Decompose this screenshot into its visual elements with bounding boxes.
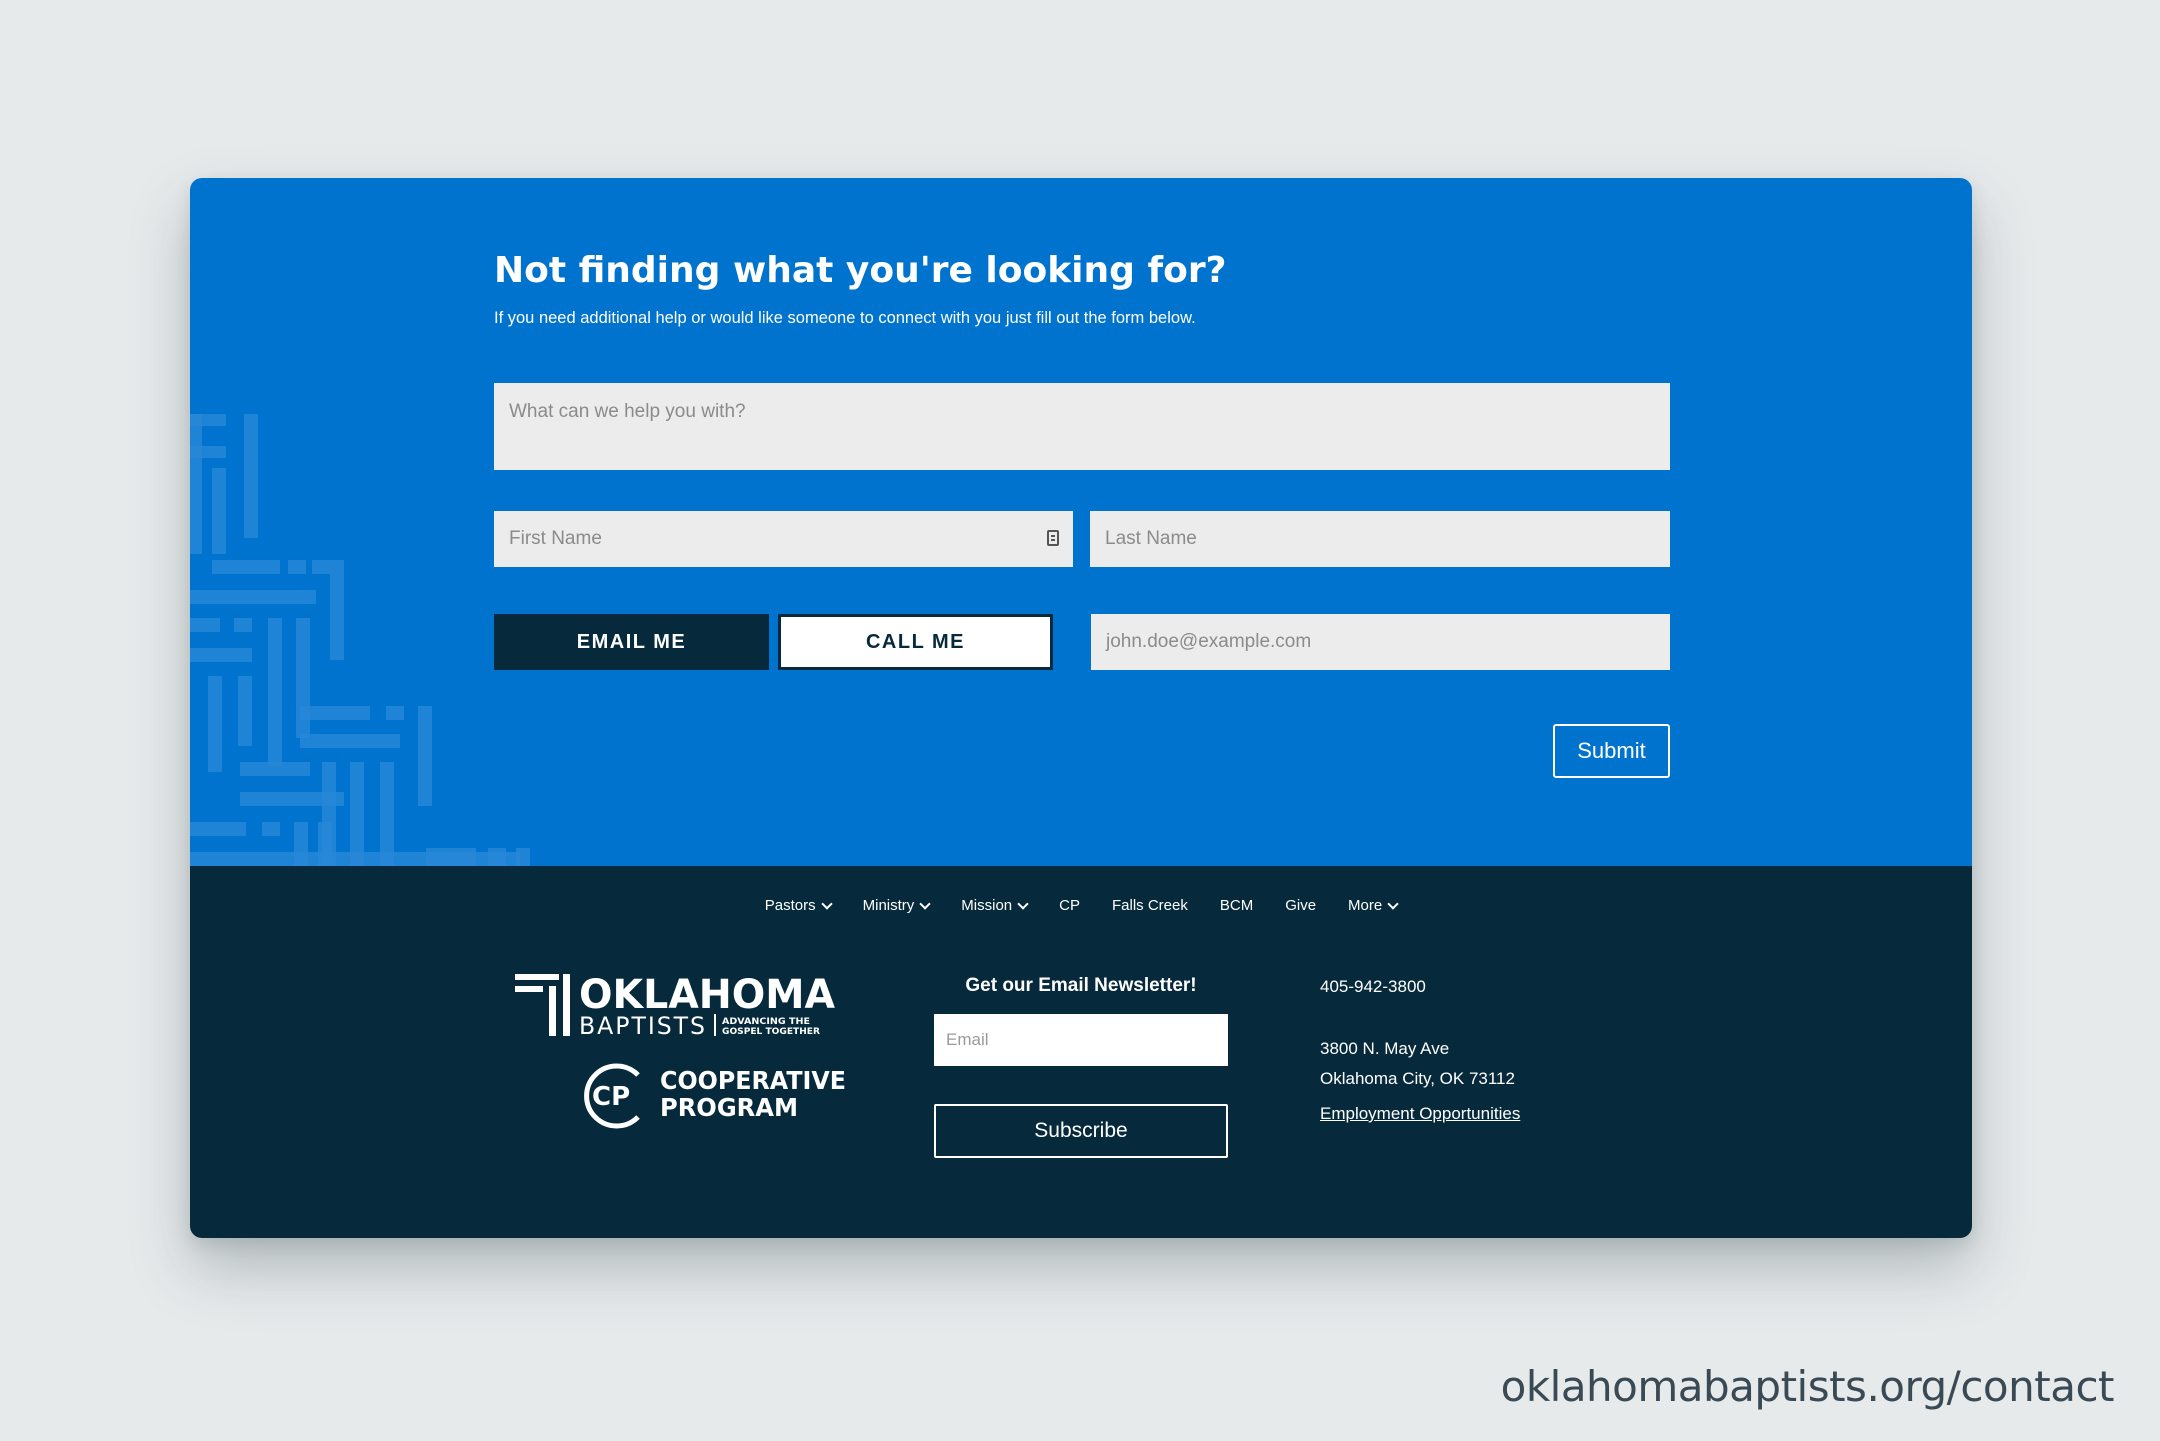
autofill-contact-icon[interactable] <box>1047 530 1059 546</box>
last-name-field[interactable]: Last Name <box>1090 511 1670 567</box>
subscribe-button[interactable]: Subscribe <box>934 1104 1228 1158</box>
logo-cp-line-2: PROGRAM <box>660 1093 798 1122</box>
chevron-down-icon <box>919 897 931 910</box>
phone-number[interactable]: 405-942-3800 <box>1320 972 1426 1002</box>
nav-label: BCM <box>1219 897 1254 914</box>
cooperative-program-logo[interactable]: CP COOPERATIVE PROGRAM <box>580 1061 850 1131</box>
nav-label: More <box>1348 897 1383 914</box>
email-me-button[interactable]: EMAIL ME <box>494 614 769 670</box>
nav-item-bcm[interactable]: BCM <box>1220 897 1253 914</box>
address-line-1: 3800 N. May Ave <box>1320 1039 1450 1058</box>
email-field[interactable]: john.doe@example.com <box>1091 614 1670 670</box>
nav-item-give[interactable]: Give <box>1285 897 1316 914</box>
first-name-field[interactable]: First Name <box>494 511 1073 567</box>
employment-link[interactable]: Employment Opportunities <box>1320 1099 1520 1129</box>
nav-item-falls-creek[interactable]: Falls Creek <box>1112 897 1188 914</box>
page-title: Not finding what you're looking for? <box>494 250 1227 291</box>
page-url-caption: oklahomabaptists.org/contact <box>1500 1362 2115 1411</box>
logo-cp-line-1: COOPERATIVE <box>660 1066 846 1095</box>
nav-item-ministry[interactable]: Ministry <box>862 897 931 914</box>
logo-cp-mark: CP <box>592 1082 630 1112</box>
first-name-placeholder: First Name <box>509 528 602 549</box>
contact-card: Not finding what you're looking for? If … <box>190 178 1972 1238</box>
chevron-down-icon <box>820 897 833 910</box>
chevron-down-icon <box>1017 897 1029 910</box>
help-placeholder: What can we help you with? <box>509 401 746 422</box>
nav-item-cp[interactable]: CP <box>1059 897 1080 914</box>
form-description: If you need additional help or would lik… <box>494 309 1196 327</box>
chevron-down-icon <box>1387 897 1399 910</box>
newsletter-title: Get our Email Newsletter! <box>965 975 1197 996</box>
site-footer: Pastors Ministry Mission CP Falls Creek … <box>190 866 1972 1238</box>
nav-item-pastors[interactable]: Pastors <box>764 897 833 914</box>
logo-tagline-1: ADVANCING THE <box>722 1017 810 1027</box>
nav-item-mission[interactable]: Mission <box>961 897 1029 914</box>
call-me-button[interactable]: CALL ME <box>778 614 1053 670</box>
oklahoma-baptists-logo[interactable]: OKLAHOMA BAPTISTS ADVANCING THE GOSPEL T… <box>515 972 845 1042</box>
nav-label: Give <box>1285 897 1317 914</box>
address-line-2: Oklahoma City, OK 73112 <box>1320 1069 1515 1088</box>
newsletter-email-input[interactable]: Email <box>934 1014 1228 1066</box>
footer-nav: Pastors Ministry Mission CP Falls Creek … <box>190 866 1972 946</box>
logo-tagline-2: GOSPEL TOGETHER <box>722 1027 820 1037</box>
newsletter-email-placeholder: Email <box>946 1030 989 1049</box>
last-name-placeholder: Last Name <box>1105 528 1197 549</box>
address: 3800 N. May Ave Oklahoma City, OK 73112 <box>1320 1034 1515 1094</box>
help-textarea[interactable]: What can we help you with? <box>494 383 1670 470</box>
nav-label: Falls Creek <box>1112 897 1188 914</box>
nav-label: Pastors <box>764 897 816 914</box>
nav-item-more[interactable]: More <box>1348 897 1399 914</box>
email-placeholder: john.doe@example.com <box>1106 631 1312 652</box>
contact-form-section: Not finding what you're looking for? If … <box>190 178 1972 866</box>
logo-baptists-text: BAPTISTS <box>579 1012 707 1040</box>
nav-label: Mission <box>961 897 1013 914</box>
nav-label: CP <box>1059 897 1080 914</box>
nav-label: Ministry <box>862 897 915 914</box>
submit-button[interactable]: Submit <box>1553 724 1670 778</box>
